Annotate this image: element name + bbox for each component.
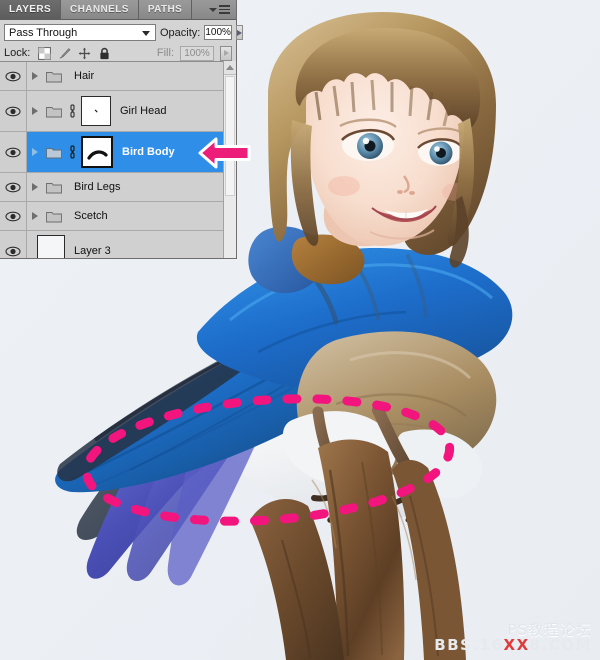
layer-name: Bird Body: [122, 146, 175, 158]
watermark-url-post: 8.COM: [529, 636, 592, 655]
group-disclosure-girl-head[interactable]: [27, 107, 43, 115]
visibility-toggle-hair[interactable]: [0, 62, 27, 90]
tab-layers[interactable]: LAYERS: [0, 0, 62, 19]
blend-mode-row: Pass Through Opacity: 100%: [0, 20, 243, 43]
visibility-toggle-girl-head[interactable]: [0, 91, 27, 131]
transparency-lock-icon[interactable]: [38, 46, 52, 60]
tab-channels[interactable]: CHANNELS: [61, 0, 139, 19]
fill-label: Fill:: [156, 47, 174, 59]
blend-mode-value: Pass Through: [9, 26, 78, 39]
blend-mode-select[interactable]: Pass Through: [4, 24, 156, 41]
layer-name: Layer 3: [74, 245, 111, 257]
brush-lock-icon[interactable]: [58, 47, 71, 60]
group-disclosure-hair[interactable]: [27, 72, 43, 80]
panel-tab-strip: LAYERS CHANNELS PATHS: [0, 0, 236, 20]
all-lock-icon[interactable]: [98, 47, 111, 60]
eye-icon: [5, 246, 21, 256]
photoshop-canvas: LAYERS CHANNELS PATHS Pass Through Opaci…: [0, 0, 600, 660]
folder-icon: [43, 210, 65, 223]
eye-icon: [5, 106, 21, 116]
layer-row-hair[interactable]: Hair: [0, 62, 236, 91]
layer-name: Hair: [74, 70, 95, 82]
watermark-url: BBS.16XX8.COM: [434, 636, 592, 655]
layer-row-girl-head[interactable]: Girl Head: [0, 91, 236, 132]
position-lock-icon[interactable]: [78, 47, 91, 60]
folder-icon: [43, 181, 65, 194]
tab-paths[interactable]: PATHS: [138, 0, 193, 19]
visibility-toggle-bird-body[interactable]: [0, 132, 27, 172]
opacity-stepper[interactable]: [235, 25, 243, 40]
fill-stepper[interactable]: [220, 45, 232, 61]
layer-row-scetch[interactable]: Scetch: [0, 202, 236, 231]
group-disclosure-bird-legs[interactable]: [27, 183, 43, 191]
folder-icon: [43, 146, 65, 159]
watermark-url-highlight: XX: [503, 636, 530, 655]
tab-strip-filler: [192, 0, 209, 19]
layer-row-bird-legs[interactable]: Bird Legs: [0, 173, 236, 202]
hamburger-icon: [219, 5, 230, 14]
visibility-toggle-bird-legs[interactable]: [0, 173, 27, 201]
lock-row: Lock: Fill: 100%: [0, 43, 236, 63]
folder-icon: [43, 70, 65, 83]
visibility-toggle-layer-3[interactable]: [0, 231, 27, 258]
eye-icon: [5, 211, 21, 221]
opacity-label: Opacity:: [160, 26, 201, 39]
layer-mask-thumbnail-girl-head[interactable]: [81, 96, 111, 126]
eye-icon: [5, 182, 21, 192]
link-mask-icon[interactable]: [65, 145, 79, 159]
visibility-toggle-scetch[interactable]: [0, 202, 27, 230]
layer-name: Scetch: [74, 210, 108, 222]
layers-panel: LAYERS CHANNELS PATHS Pass Through Opaci…: [0, 0, 243, 259]
layer-name: Bird Legs: [74, 181, 121, 193]
watermark-url-pre: BBS.16: [434, 636, 504, 655]
panel-menu-icon[interactable]: [209, 0, 236, 19]
opacity-input[interactable]: 100%: [204, 25, 232, 40]
chevron-down-icon: [209, 7, 217, 12]
group-disclosure-bird-body[interactable]: [27, 148, 43, 156]
lock-label: Lock:: [4, 47, 31, 59]
group-disclosure-scetch[interactable]: [27, 212, 43, 220]
watermark: PS教程论坛 BBS.16XX8.COM: [434, 622, 592, 655]
layer-mask-thumbnail-bird-body[interactable]: [81, 136, 113, 168]
eye-icon: [5, 71, 21, 81]
pink-left-arrow-icon: [198, 137, 251, 169]
fill-input[interactable]: 100%: [180, 45, 214, 61]
scroll-up-arrow-icon[interactable]: [224, 61, 236, 75]
folder-icon: [43, 105, 65, 118]
layer-name: Girl Head: [120, 105, 167, 117]
chevron-down-icon: [142, 30, 150, 36]
layer-thumbnail-layer-3[interactable]: [37, 235, 65, 258]
link-mask-icon[interactable]: [65, 104, 79, 118]
layer-row-layer-3[interactable]: Layer 3: [0, 231, 236, 258]
eye-icon: [5, 147, 21, 157]
